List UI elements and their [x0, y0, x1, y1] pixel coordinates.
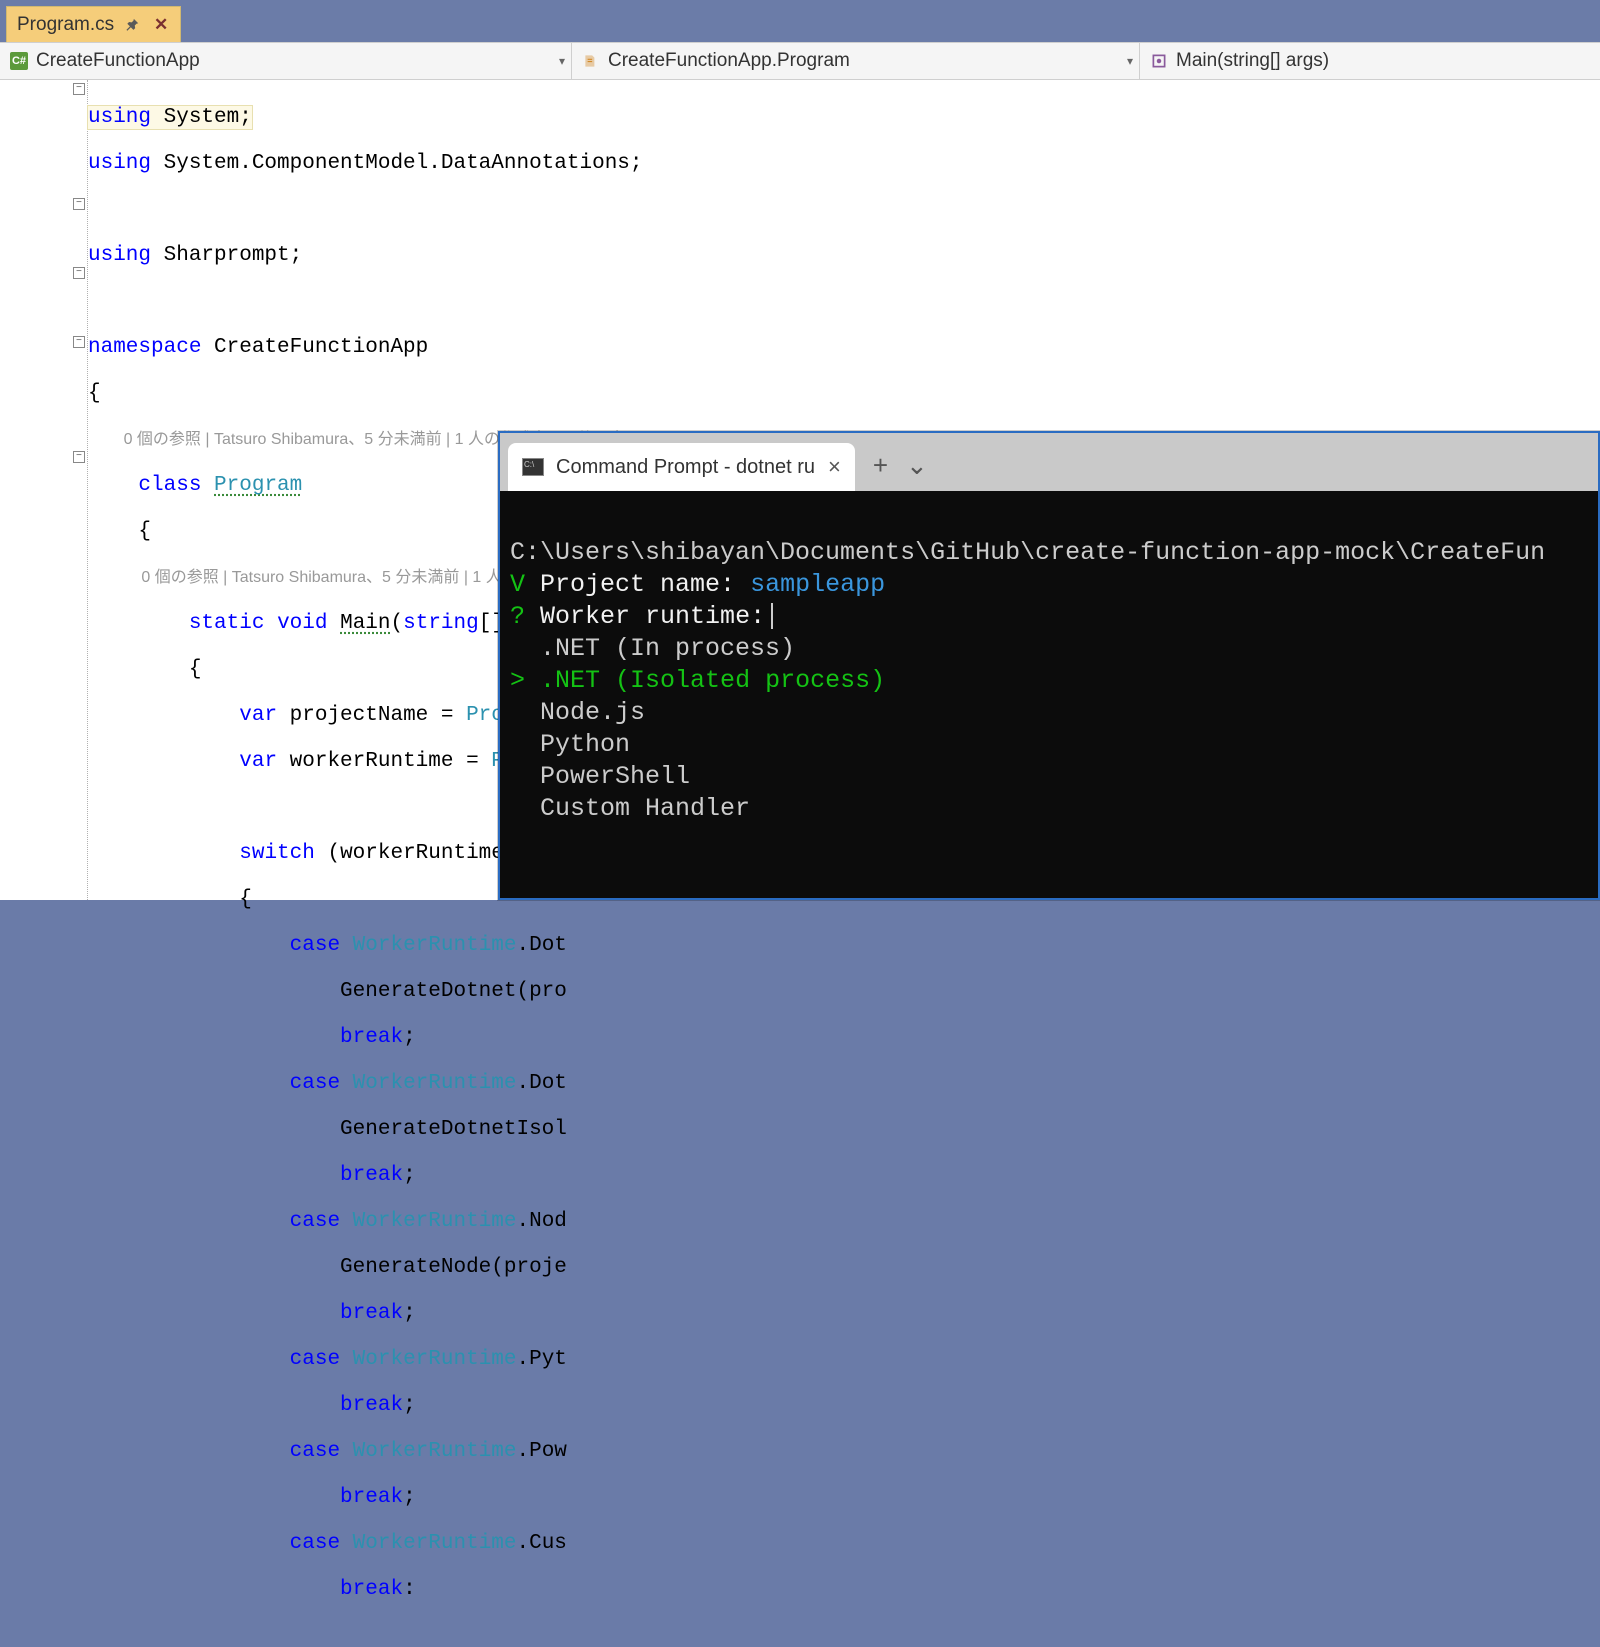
chevron-down-icon: ▾ — [1127, 54, 1133, 68]
cmd-icon — [522, 458, 544, 476]
nav-project-label: CreateFunctionApp — [36, 50, 200, 72]
close-icon[interactable]: ✕ — [152, 16, 170, 34]
terminal-tab-title: Command Prompt - dotnet run — [556, 456, 816, 479]
csharp-icon: C# — [10, 52, 28, 70]
nav-type-label: CreateFunctionApp.Program — [608, 50, 850, 72]
terminal-output[interactable]: C:\Users\shibayan\Documents\GitHub\creat… — [500, 491, 1598, 825]
terminal-option[interactable]: Python — [540, 730, 630, 759]
terminal-window[interactable]: Command Prompt - dotnet run × + ⌄ C:\Use… — [498, 431, 1600, 900]
navigation-bar: C# CreateFunctionApp ▾ CreateFunctionApp… — [0, 42, 1600, 80]
terminal-project-value: sampleapp — [750, 570, 885, 599]
tab-bar-empty — [181, 6, 1600, 42]
terminal-path: C:\Users\shibayan\Documents\GitHub\creat… — [510, 538, 1545, 567]
nav-member-dropdown[interactable]: Main(string[] args) — [1140, 43, 1600, 79]
fold-toggle[interactable]: − — [73, 336, 85, 348]
nav-member-label: Main(string[] args) — [1176, 50, 1329, 72]
terminal-option-selected[interactable]: .NET (Isolated process) — [540, 666, 885, 695]
class-icon — [582, 52, 600, 70]
terminal-cursor — [771, 603, 773, 629]
document-tab-bar: Program.cs ✕ — [0, 0, 1600, 42]
method-icon — [1150, 52, 1168, 70]
terminal-titlebar[interactable]: Command Prompt - dotnet run × + ⌄ — [500, 433, 1598, 491]
nav-type-dropdown[interactable]: CreateFunctionApp.Program ▾ — [572, 43, 1140, 79]
file-tab-label: Program.cs — [17, 14, 114, 36]
fold-toggle[interactable]: − — [73, 451, 85, 463]
chevron-down-icon: ▾ — [559, 54, 565, 68]
fold-toggle[interactable]: − — [73, 198, 85, 210]
pin-icon[interactable] — [124, 16, 142, 34]
class-name-token: Program — [214, 474, 302, 497]
terminal-option[interactable]: Custom Handler — [540, 794, 750, 823]
fold-toggle[interactable]: − — [73, 83, 85, 95]
new-tab-button[interactable]: + — [873, 450, 888, 491]
terminal-tab[interactable]: Command Prompt - dotnet run × — [508, 443, 855, 491]
terminal-option[interactable]: Node.js — [540, 698, 645, 727]
terminal-option[interactable]: PowerShell — [540, 762, 690, 791]
tab-menu-chevron-icon[interactable]: ⌄ — [906, 450, 928, 491]
fold-toggle[interactable]: − — [73, 267, 85, 279]
terminal-option[interactable]: .NET (In process) — [540, 634, 795, 663]
nav-project-dropdown[interactable]: C# CreateFunctionApp ▾ — [0, 43, 572, 79]
file-tab-program-cs[interactable]: Program.cs ✕ — [6, 6, 181, 42]
close-icon[interactable]: × — [828, 456, 841, 478]
code-gutter: − − − − − — [0, 80, 88, 900]
